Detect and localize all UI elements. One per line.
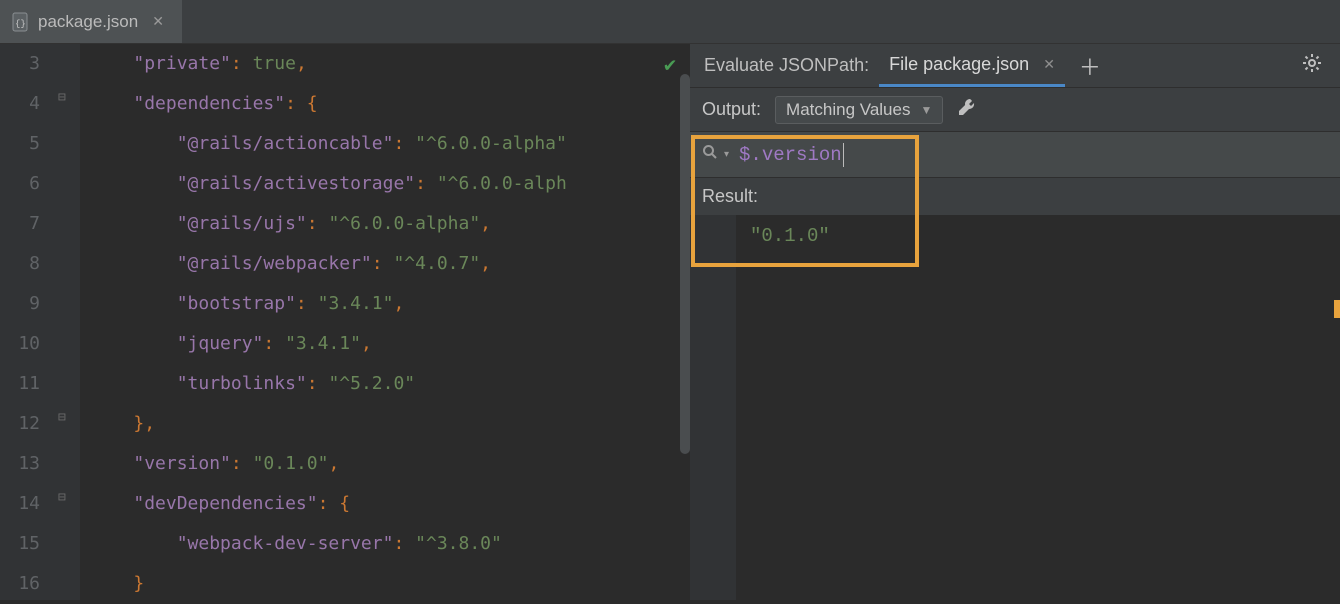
code-line[interactable]: "turbolinks": "^5.2.0": [90, 364, 567, 404]
line-number: 6: [0, 164, 54, 204]
annotation-nub: [1334, 300, 1340, 318]
chevron-down-icon[interactable]: ▾: [724, 149, 729, 160]
jsonpath-query-row: ▾ $.version: [690, 132, 1340, 178]
result-label: Result:: [690, 178, 1340, 215]
result-gutter: [690, 215, 736, 600]
line-number: 3: [0, 44, 54, 84]
tool-controls: Output: Matching Values ▼: [690, 88, 1340, 132]
editor-tab-label: package.json: [38, 12, 138, 32]
text-caret: [843, 143, 844, 167]
code-line[interactable]: "webpack-dev-server": "^3.8.0": [90, 524, 567, 564]
search-icon[interactable]: [702, 144, 718, 165]
dropdown-value: Matching Values: [786, 100, 910, 120]
fold-marker-icon[interactable]: ⊟: [58, 490, 66, 505]
line-number: 10: [0, 324, 54, 364]
line-number: 7: [0, 204, 54, 244]
line-number: 14: [0, 484, 54, 524]
svg-text:{}: {}: [15, 19, 26, 29]
code-line[interactable]: "version": "0.1.0",: [90, 444, 567, 484]
code-area[interactable]: "private": true, "dependencies": { "@rai…: [80, 44, 567, 600]
code-line[interactable]: },: [90, 404, 567, 444]
code-line[interactable]: "private": true,: [90, 44, 567, 84]
json-file-icon: {}: [12, 12, 30, 32]
fold-marker-icon[interactable]: ⊟: [58, 90, 66, 105]
wrench-icon[interactable]: [957, 97, 977, 123]
code-line[interactable]: "dependencies": {: [90, 84, 567, 124]
line-number: 9: [0, 284, 54, 324]
tool-tab-label: File package.json: [889, 54, 1029, 75]
output-label: Output:: [702, 99, 761, 120]
result-value[interactable]: "0.1.0": [736, 215, 844, 600]
tool-tabstrip: Evaluate JSONPath: File package.json ✕ ＋: [690, 44, 1340, 88]
jsonpath-query-input[interactable]: $.version: [739, 143, 844, 167]
line-number: 5: [0, 124, 54, 164]
output-mode-dropdown[interactable]: Matching Values ▼: [775, 96, 943, 124]
fold-end-icon: ⊟: [58, 410, 66, 425]
editor-pane: 345678910111213141516 ⊟ ⊟ ⊟ "private": t…: [0, 44, 690, 600]
inspection-ok-icon[interactable]: ✔: [664, 52, 676, 76]
editor-tab-package-json[interactable]: {} package.json ✕: [0, 0, 182, 43]
code-line[interactable]: "@rails/ujs": "^6.0.0-alpha",: [90, 204, 567, 244]
line-number: 12: [0, 404, 54, 444]
tool-title: Evaluate JSONPath:: [698, 55, 875, 76]
line-number: 16: [0, 564, 54, 604]
jsonpath-tool-window: Evaluate JSONPath: File package.json ✕ ＋…: [690, 44, 1340, 600]
chevron-down-icon: ▼: [920, 103, 932, 117]
line-number: 8: [0, 244, 54, 284]
code-line[interactable]: "devDependencies": {: [90, 484, 567, 524]
main-split: 345678910111213141516 ⊟ ⊟ ⊟ "private": t…: [0, 44, 1340, 600]
line-number: 4: [0, 84, 54, 124]
close-icon[interactable]: ✕: [1043, 56, 1055, 73]
code-line[interactable]: "@rails/webpacker": "^4.0.7",: [90, 244, 567, 284]
line-number: 15: [0, 524, 54, 564]
fold-column: ⊟ ⊟ ⊟: [54, 44, 80, 600]
line-number: 11: [0, 364, 54, 404]
code-line[interactable]: "@rails/actioncable": "^6.0.0-alpha": [90, 124, 567, 164]
code-line[interactable]: }: [90, 564, 567, 604]
line-gutter: 345678910111213141516: [0, 44, 54, 600]
add-tab-button[interactable]: ＋: [1069, 50, 1111, 82]
code-line[interactable]: "bootstrap": "3.4.1",: [90, 284, 567, 324]
tool-tab-file[interactable]: File package.json ✕: [879, 44, 1065, 87]
close-icon[interactable]: ✕: [152, 13, 164, 30]
line-number: 13: [0, 444, 54, 484]
code-line[interactable]: "jquery": "3.4.1",: [90, 324, 567, 364]
editor-tabstrip: {} package.json ✕: [0, 0, 1340, 44]
editor-scrollbar[interactable]: [680, 74, 690, 454]
code-line[interactable]: "@rails/activestorage": "^6.0.0-alph: [90, 164, 567, 204]
gear-icon[interactable]: [1292, 53, 1332, 79]
result-body: "0.1.0": [690, 215, 1340, 600]
